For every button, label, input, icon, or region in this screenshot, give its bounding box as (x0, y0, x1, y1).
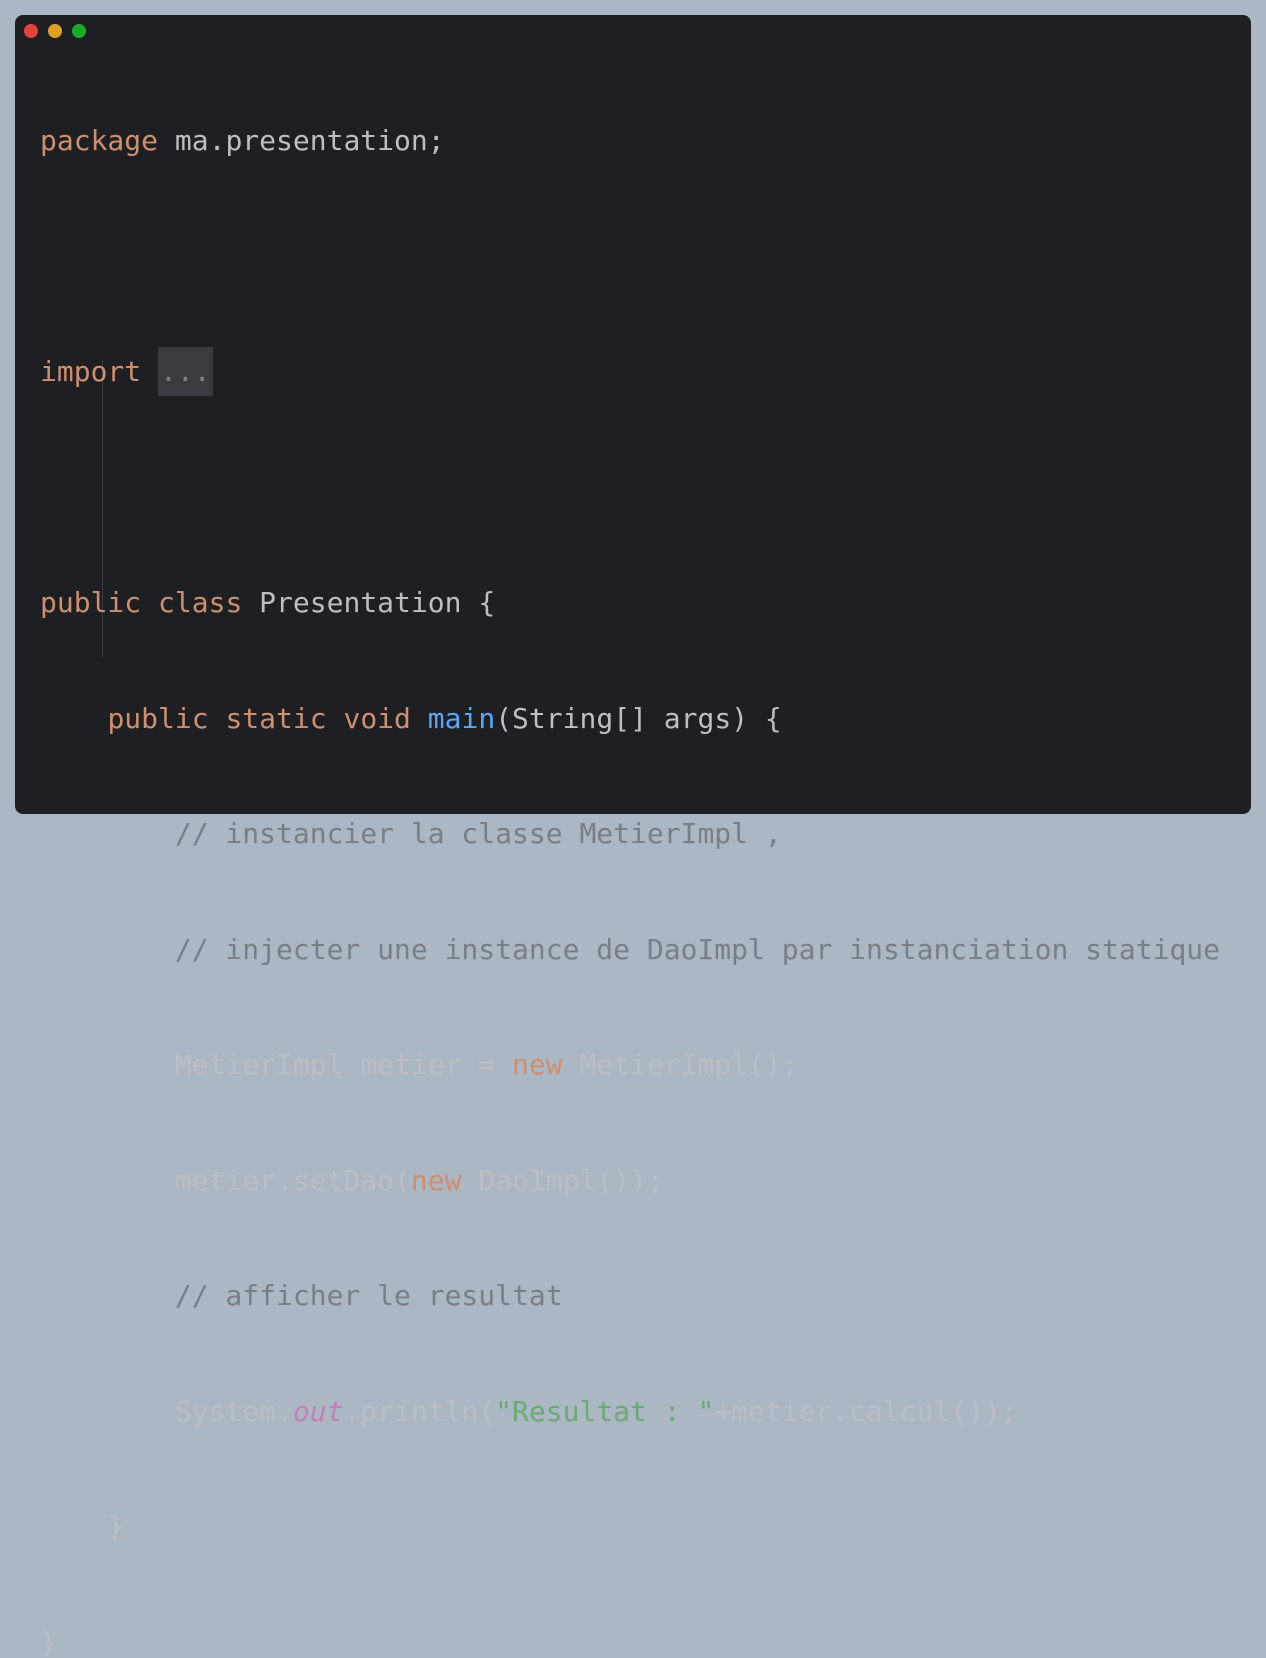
code-text: .println( (343, 1395, 495, 1428)
space (327, 702, 344, 735)
function-name: main (428, 702, 495, 735)
code-text: } (40, 1626, 57, 1658)
code-line-1: package ma.presentation; (40, 116, 1220, 166)
keyword: public (107, 702, 208, 735)
keyword: new (512, 1048, 563, 1081)
code-text: DaoImpl()); (461, 1164, 663, 1197)
comment: // afficher le resultat (175, 1279, 563, 1312)
comment: // injecter une instance de DaoImpl par … (175, 933, 1220, 966)
code-text: +metier.calcul()); (714, 1395, 1017, 1428)
code-text: MetierImpl(); (563, 1048, 799, 1081)
code-text: Presentation { (242, 586, 495, 619)
code-line-4 (40, 463, 1220, 513)
code-line-13: } (40, 1502, 1220, 1552)
keyword: class (158, 586, 242, 619)
keyword: new (411, 1164, 462, 1197)
code-window: package ma.presentation; import ... publ… (15, 15, 1251, 814)
code-line-5: public class Presentation { (40, 578, 1220, 628)
indent (40, 1395, 175, 1428)
code-text: metier.setDao( (175, 1164, 411, 1197)
indent (40, 817, 175, 850)
comment: // instancier la classe MetierImpl , (175, 817, 782, 850)
space (141, 586, 158, 619)
maximize-button[interactable] (72, 24, 86, 38)
keyword: void (343, 702, 410, 735)
code-line-12: System.out.println("Resultat : "+metier.… (40, 1387, 1220, 1437)
code-line-10: metier.setDao(new DaoImpl()); (40, 1156, 1220, 1206)
minimize-button[interactable] (48, 24, 62, 38)
keyword: import (40, 355, 141, 388)
string-literal: "Resultat : " (495, 1395, 714, 1428)
code-text: ma.presentation; (158, 124, 445, 157)
indent (40, 933, 175, 966)
code-text: System. (175, 1395, 293, 1428)
code-block: package ma.presentation; import ... publ… (40, 50, 1220, 1658)
keyword: package (40, 124, 158, 157)
code-line-7: // instancier la classe MetierImpl , (40, 809, 1220, 859)
code-line-11: // afficher le resultat (40, 1271, 1220, 1321)
code-line-3: import ... (40, 347, 1220, 397)
space (411, 702, 428, 735)
code-line-6: public static void main(String[] args) { (40, 694, 1220, 744)
space (141, 355, 158, 388)
code-text: (String[] args) { (495, 702, 782, 735)
code-line-14: } (40, 1618, 1220, 1658)
space (209, 702, 226, 735)
code-line-2 (40, 232, 1220, 282)
code-text: } (107, 1510, 124, 1543)
code-text: MetierImpl metier = (175, 1048, 512, 1081)
indent (40, 1048, 175, 1081)
indent (40, 1164, 175, 1197)
code-line-9: MetierImpl metier = new MetierImpl(); (40, 1040, 1220, 1090)
keyword: static (225, 702, 326, 735)
close-button[interactable] (24, 24, 38, 38)
keyword: public (40, 586, 141, 619)
folded-imports-button[interactable]: ... (158, 347, 213, 396)
code-line-8: // injecter une instance de DaoImpl par … (40, 925, 1220, 975)
indent (40, 1510, 107, 1543)
indent (40, 1279, 175, 1312)
static-field: out (293, 1395, 344, 1428)
indent (40, 702, 107, 735)
